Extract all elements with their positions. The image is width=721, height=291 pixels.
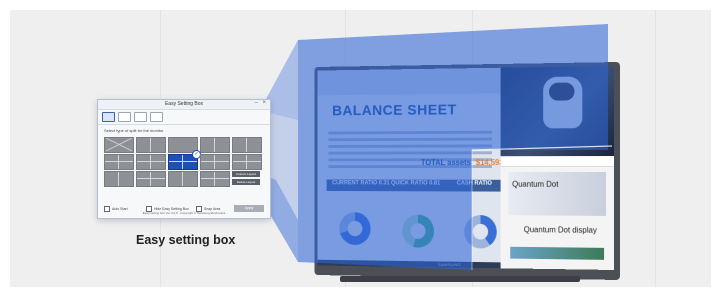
layout-option[interactable] — [104, 154, 134, 170]
layout-option[interactable] — [200, 154, 230, 170]
monitor-screen: BALANCE SHEET TOTAL assets $14,593.00 CU… — [317, 66, 614, 270]
custom-layout-button[interactable]: Custom Layout — [232, 171, 260, 177]
dialog-title: Easy Setting Box — [164, 101, 204, 107]
total-label: TOTAL assets — [420, 158, 471, 168]
dialog-divider — [98, 124, 270, 125]
dialog-footer: Easy setting box Ver 3.0.0 · Copyright ©… — [142, 211, 226, 215]
promo-stage: BALANCE SHEET TOTAL assets $14,593.00 CU… — [0, 0, 721, 291]
monitor-brand: SAMSUNG — [438, 262, 462, 267]
donut-chart — [402, 214, 435, 248]
donut-chart — [339, 212, 371, 246]
delete-layout-button[interactable]: Delete Layout — [232, 179, 260, 185]
layout-option[interactable] — [136, 171, 166, 187]
ratio-label: CURRENT RATIO 0.31 — [332, 180, 390, 187]
spreadsheet-ribbon — [317, 67, 501, 96]
astronaut-image — [500, 66, 614, 157]
website-panel: Quantum Dot Quantum Dot display — [500, 156, 614, 270]
tab-layout-3[interactable] — [134, 112, 147, 122]
astronaut-visor — [549, 82, 575, 101]
website-hero: Quantum Dot — [508, 171, 607, 216]
layout-option[interactable] — [200, 171, 230, 187]
tab-layout-1[interactable] — [102, 112, 115, 122]
layout-option[interactable] — [232, 154, 262, 170]
ratio-label: QUICK RATIO 0.81 — [390, 180, 441, 187]
ratio-bar: CURRENT RATIO 0.31 QUICK RATIO 0.81 CASH… — [326, 179, 501, 192]
dialog-instruction: Select type of split for the monitor — [104, 128, 164, 133]
layout-option[interactable] — [136, 154, 166, 170]
layout-option[interactable] — [168, 171, 198, 187]
website-subhead: Quantum Dot display — [523, 225, 597, 235]
spreadsheet-title: BALANCE SHEET — [332, 101, 457, 120]
minimize-icon[interactable]: – — [255, 100, 258, 106]
website-headline: Quantum Dot — [512, 179, 559, 189]
easy-setting-box-dialog: Easy Setting Box – × Select type of spli… — [97, 99, 271, 219]
tab-layout-2[interactable] — [118, 112, 131, 122]
tab-layout-4[interactable] — [150, 112, 163, 122]
layout-option[interactable] — [200, 137, 230, 153]
layout-option[interactable] — [104, 137, 134, 153]
caption: Easy setting box — [136, 233, 236, 247]
layout-option[interactable] — [136, 137, 166, 153]
ratio-label: CASH RATIO — [456, 180, 492, 187]
monitor-stand — [340, 276, 580, 282]
spreadsheet-rows — [328, 127, 492, 176]
close-icon[interactable]: × — [262, 100, 266, 106]
donut-chart — [464, 214, 497, 249]
dialog-titlebar: Easy Setting Box – × — [98, 100, 270, 110]
layout-option[interactable] — [232, 137, 262, 153]
layout-option[interactable] — [104, 171, 134, 187]
website-image-strip — [510, 246, 605, 260]
website-nav — [500, 156, 614, 168]
split-layout-grid: ✓ Custom Layout Delete Layout — [104, 137, 264, 201]
